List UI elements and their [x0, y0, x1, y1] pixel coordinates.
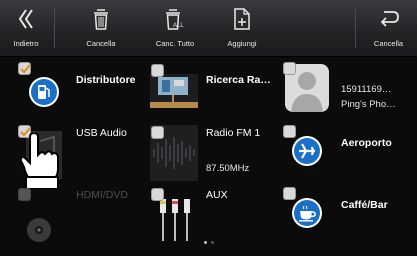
tile-label-ricerca: Ricerca Ra… — [206, 74, 271, 86]
touch-hand-icon — [18, 131, 62, 190]
checkbox-contact[interactable] — [283, 62, 296, 75]
screen: Indietro Cancella ALL Canc. Tutto Aggiun… — [0, 0, 417, 256]
tile-ricerca[interactable]: Ricerca Ra… — [150, 62, 278, 120]
tile-aeroporto[interactable]: Aeroporto — [283, 125, 413, 183]
back-button[interactable]: Indietro — [0, 0, 52, 56]
checkbox-aeroporto[interactable] — [283, 125, 296, 138]
checkbox-ricerca[interactable] — [151, 64, 164, 77]
add-button[interactable]: Aggiungi — [212, 0, 272, 56]
tile-hdmi[interactable]: HDMI/DVD — [18, 187, 146, 245]
checkbox-hdmi[interactable] — [18, 188, 31, 201]
tile-aux[interactable]: AUX — [150, 187, 278, 245]
cancel-label: Cancella — [373, 39, 404, 48]
checkbox-radio[interactable] — [151, 126, 164, 139]
return-arrow-icon — [378, 4, 400, 34]
radio-frequency: 87.50MHz — [206, 163, 250, 174]
delete-all-label: Canc. Tutto — [155, 39, 195, 48]
page-dot-1[interactable] — [203, 241, 207, 244]
tile-label-radio: Radio FM 1 — [206, 127, 261, 139]
checkbox-aux[interactable] — [151, 188, 164, 201]
tile-usb-audio[interactable]: USB Audio — [18, 125, 146, 190]
delete-label: Cancella — [86, 39, 116, 48]
tile-contact[interactable]: 15911169… Ping's Pho… — [283, 62, 413, 120]
trash-icon — [92, 4, 110, 34]
tile-radio[interactable]: Radio FM 1 87.50MHz — [150, 125, 278, 183]
coffee-cup-icon — [292, 198, 322, 228]
add-document-icon — [233, 4, 251, 34]
tile-label-caffe: Caffé/Bar — [341, 199, 388, 211]
tile-distributore[interactable]: Distributore — [18, 62, 146, 120]
page-indicator — [0, 241, 417, 244]
tile-label-aeroporto: Aeroporto — [341, 137, 392, 149]
page-dot-2[interactable] — [210, 241, 214, 244]
back-chevron-icon — [17, 4, 35, 34]
disc-icon — [26, 217, 52, 243]
checkbox-caffe[interactable] — [283, 187, 296, 200]
cancel-button[interactable]: Cancella — [360, 0, 417, 56]
add-label: Aggiungi — [227, 39, 257, 48]
tile-label-distributore: Distributore — [76, 74, 136, 86]
toolbar: Indietro Cancella ALL Canc. Tutto Aggiun… — [0, 0, 417, 57]
delete-button[interactable]: Cancella — [70, 0, 132, 56]
airplane-icon — [292, 136, 322, 166]
trash-all-icon: ALL — [164, 4, 186, 34]
tile-label-aux: AUX — [206, 189, 228, 201]
contact-name: Ping's Pho… — [341, 99, 396, 110]
fuel-pump-icon — [29, 77, 59, 107]
checkbox-distributore[interactable] — [18, 62, 31, 75]
tile-label-hdmi: HDMI/DVD — [76, 189, 128, 201]
gas-station-sign-icon — [150, 74, 198, 108]
tile-label-usb-audio: USB Audio — [76, 127, 127, 139]
back-label: Indietro — [13, 39, 39, 48]
tile-caffe[interactable]: Caffé/Bar — [283, 187, 413, 245]
delete-all-button[interactable]: ALL Canc. Tutto — [142, 0, 208, 56]
contact-number: 15911169… — [341, 84, 392, 95]
svg-text:ALL: ALL — [173, 23, 184, 29]
